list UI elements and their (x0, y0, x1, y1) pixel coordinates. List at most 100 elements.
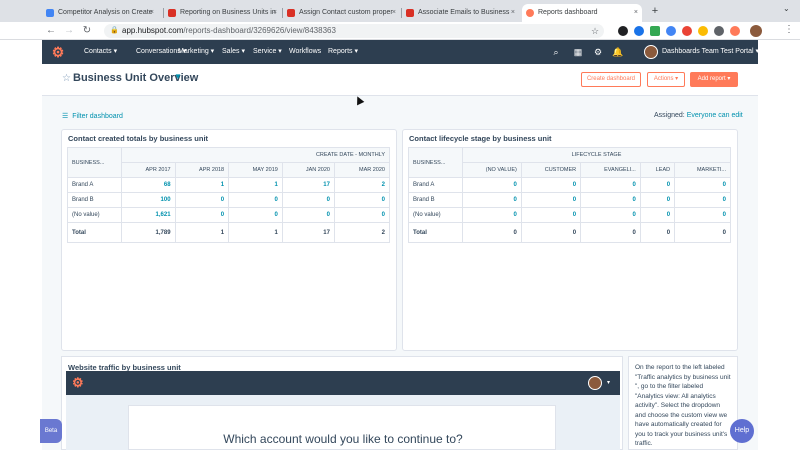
close-tab-icon[interactable]: × (273, 4, 277, 22)
table-cell-link[interactable]: 0 (674, 192, 731, 208)
column-header[interactable]: (NO VALUE) (462, 162, 522, 178)
bookmark-star-icon[interactable]: ☆ (588, 24, 602, 38)
table-cell-link[interactable]: 0 (462, 207, 522, 223)
browser-tab-4[interactable]: Associate Emails to Business × (402, 4, 519, 22)
group-header: LIFECYCLE STAGE (462, 147, 731, 163)
table-cell-link[interactable]: 100 (121, 192, 176, 208)
marketplace-icon[interactable]: ▦ (572, 46, 584, 58)
extension-icon[interactable] (634, 26, 644, 36)
add-report-button[interactable]: Add report ▾ (690, 72, 738, 87)
table-cell-link[interactable]: 0 (281, 207, 335, 223)
table-cell-link[interactable]: 0 (674, 207, 731, 223)
table-cell-link[interactable]: 0 (520, 177, 582, 193)
close-tab-icon[interactable]: × (392, 4, 396, 22)
close-tab-icon[interactable]: × (634, 4, 638, 22)
chevron-down-icon[interactable]: ▼ (174, 72, 182, 81)
help-button[interactable]: Help (730, 419, 754, 443)
table-cell-link[interactable]: 0 (228, 207, 283, 223)
beta-button[interactable]: Beta (40, 419, 62, 443)
extension-icon[interactable] (666, 26, 676, 36)
total-cell: 1 (228, 222, 283, 243)
row-header[interactable]: BUSINESS... (408, 147, 463, 178)
profile-avatar[interactable] (750, 25, 762, 37)
table-cell-link[interactable]: 0 (639, 207, 676, 223)
close-tab-icon[interactable]: × (150, 4, 154, 22)
table-cell-link[interactable]: 0 (333, 207, 391, 223)
table-cell-link[interactable]: 1 (174, 177, 230, 193)
gear-icon[interactable]: ⚙ (592, 46, 604, 58)
extension-icon[interactable] (730, 26, 740, 36)
nav-reports[interactable]: Reports ▾ (328, 40, 358, 64)
column-header[interactable]: APR 2017 (121, 162, 176, 178)
extension-icon[interactable] (618, 26, 628, 36)
table-cell-link[interactable]: 0 (580, 177, 641, 193)
favorite-star-icon[interactable]: ☆ (62, 73, 71, 84)
browser-menu-icon[interactable]: ⋮ (784, 24, 794, 35)
nav-workflows[interactable]: Workflows (289, 40, 321, 64)
table-cell-link[interactable]: 1,621 (121, 207, 176, 223)
actions-button[interactable]: Actions ▾ (647, 72, 685, 87)
table-cell-link[interactable]: 2 (333, 177, 391, 193)
table-cell-link[interactable]: 0 (580, 207, 641, 223)
url-host: app.hubspot.com (122, 26, 184, 35)
table-cell-link[interactable]: 0 (520, 207, 582, 223)
report-title[interactable]: Contact created totals by business unit (68, 134, 208, 143)
table-cell-link[interactable]: 0 (333, 192, 391, 208)
table-cell-link[interactable]: 68 (121, 177, 176, 193)
browser-tab-2[interactable]: Reporting on Business Units in × (164, 4, 281, 22)
table-cell-link[interactable]: 0 (580, 192, 641, 208)
user-avatar[interactable] (588, 376, 602, 390)
extension-icon[interactable] (650, 26, 660, 36)
column-header[interactable]: JAN 2020 (281, 162, 335, 178)
table-cell-link[interactable]: 0 (228, 192, 283, 208)
portal-switcher[interactable]: Dashboards Team Test Portal ▾ (662, 40, 759, 64)
column-header[interactable]: MAR 2020 (333, 162, 391, 178)
table-cell-link[interactable]: 0 (674, 177, 731, 193)
nav-sales[interactable]: Sales ▾ (222, 40, 245, 64)
create-dashboard-button[interactable]: Create dashboard (581, 72, 641, 87)
browser-tab-1[interactable]: Competitor Analysis on Create × (42, 4, 158, 22)
back-arrow-icon[interactable]: ← (44, 24, 58, 38)
new-tab-button[interactable]: + (648, 4, 662, 18)
table-cell-link[interactable]: 1 (228, 177, 283, 193)
extension-icon[interactable] (698, 26, 708, 36)
column-header[interactable]: MAY 2019 (228, 162, 283, 178)
column-header[interactable]: EVANGELI... (580, 162, 641, 178)
table-cell-link[interactable]: 0 (462, 192, 522, 208)
nav-contacts[interactable]: Contacts ▾ (84, 40, 117, 64)
table-cell-link[interactable]: 17 (281, 177, 335, 193)
table-cell-link[interactable]: 0 (639, 192, 676, 208)
browser-tab-active[interactable]: Reports dashboard × (522, 4, 642, 22)
column-header[interactable]: MARKETI... (674, 162, 731, 178)
bell-icon[interactable]: 🔔 (612, 46, 624, 58)
column-header[interactable]: LEAD (639, 162, 676, 178)
column-header[interactable]: CUSTOMER (520, 162, 582, 178)
table-cell-link[interactable]: 0 (462, 177, 522, 193)
user-avatar[interactable] (644, 45, 658, 59)
table-cell-link[interactable]: 0 (281, 192, 335, 208)
browser-tab-3[interactable]: Assign Contact custom proper × (283, 4, 400, 22)
chevron-down-icon[interactable]: ▾ (607, 379, 610, 386)
assigned-value-link[interactable]: Everyone can edit (687, 112, 743, 119)
nav-service[interactable]: Service ▾ (253, 40, 282, 64)
column-header[interactable]: APR 2018 (174, 162, 230, 178)
table-cell-link[interactable]: 0 (174, 207, 230, 223)
forward-arrow-icon[interactable]: → (62, 24, 76, 38)
reload-icon[interactable]: ↻ (80, 24, 94, 38)
filter-dashboard-link[interactable]: ☰ Filter dashboard (62, 112, 123, 120)
table-cell-link[interactable]: 0 (639, 177, 676, 193)
extension-icon[interactable] (714, 26, 724, 36)
hubspot-logo-icon[interactable]: ⚙ (50, 44, 66, 60)
report-title[interactable]: Contact lifecycle stage by business unit (409, 134, 552, 143)
table-cell-link[interactable]: 0 (174, 192, 230, 208)
nav-marketing[interactable]: Marketing ▾ (178, 40, 214, 64)
search-icon[interactable]: ⌕ (550, 46, 562, 58)
tab-search-icon[interactable]: ⌄ (783, 4, 790, 13)
total-cell: 0 (520, 222, 582, 243)
row-header[interactable]: BUSINESS... (67, 147, 122, 178)
address-bar[interactable]: 🔒 app.hubspot.com/reports-dashboard/3269… (104, 24, 604, 38)
extension-icon[interactable] (682, 26, 692, 36)
row-label: Brand B (67, 192, 122, 208)
table-cell-link[interactable]: 0 (520, 192, 582, 208)
close-tab-icon[interactable]: × (511, 4, 515, 22)
